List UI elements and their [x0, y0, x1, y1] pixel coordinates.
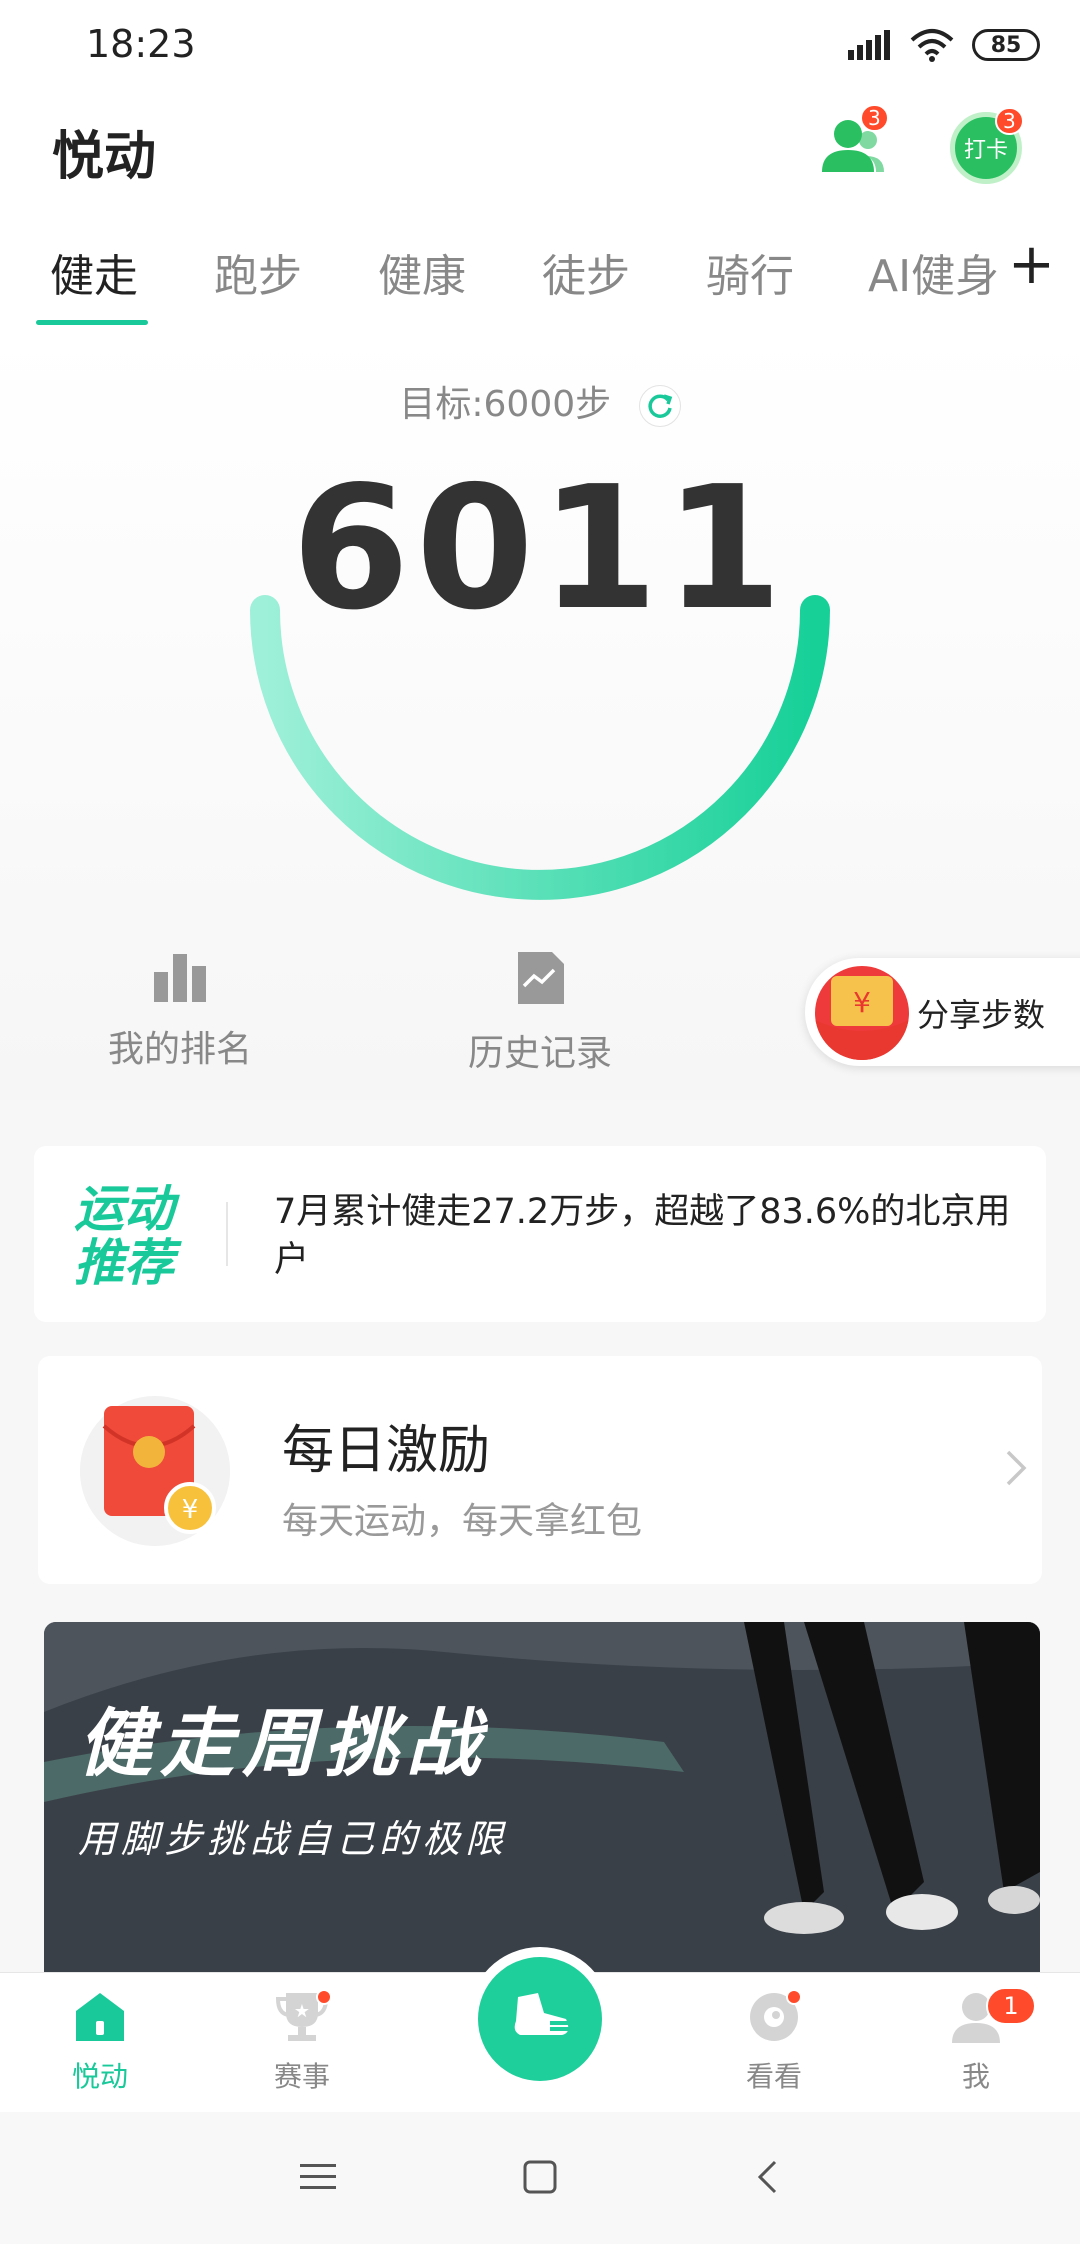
svg-text:¥: ¥	[853, 986, 871, 1019]
tab-running[interactable]: 跑步	[214, 240, 302, 304]
recommendation-title: 运动推荐	[74, 1180, 174, 1292]
walking-week-challenge-banner[interactable]: 健走周挑战 用脚步挑战自己的极限	[44, 1622, 1040, 1982]
checkin-badge: 3	[995, 107, 1024, 135]
my-ranking-button[interactable]: 我的排名	[70, 950, 290, 1072]
nav-discover-label: 看看	[745, 2060, 802, 2093]
back-icon[interactable]	[755, 2159, 779, 2195]
add-tab-icon[interactable]: +	[1008, 232, 1055, 297]
history-chart-icon	[518, 952, 564, 1004]
history-label: 历史记录	[467, 1033, 612, 1074]
tab-hiking[interactable]: 徒步	[542, 240, 630, 304]
refresh-icon[interactable]	[638, 385, 681, 427]
daily-incentive-subtitle: 每天运动，每天拿红包	[282, 1501, 643, 1542]
signal-icon	[848, 30, 890, 60]
friends-badge: 3	[860, 104, 889, 132]
start-workout-button[interactable]	[468, 1947, 612, 2091]
share-steps-button[interactable]: ¥ 分享步数	[805, 958, 1080, 1066]
tab-ai-fitness[interactable]: AI健身	[868, 240, 999, 304]
app-header: 悦动 3 打卡 3	[0, 90, 1080, 210]
step-goal: 目标:6000步	[399, 384, 612, 425]
nav-discover[interactable]: 看看	[714, 1989, 834, 2095]
home-square-icon[interactable]	[523, 2160, 557, 2194]
banner-subtitle: 用脚步挑战自己的极限	[78, 1817, 509, 1861]
daily-incentive-title: 每日激励	[282, 1421, 491, 1481]
red-packet-icon: ¥	[80, 1396, 230, 1546]
banner-artwork	[44, 1622, 1040, 1934]
recommendation-text: 7月累计健走27.2万步，超越了83.6%的北京用户	[274, 1192, 1011, 1280]
app-screen: 18:23 85 悦动 3 打卡 3 健走 跑步 健康 徒步 骑行 AI健身 +…	[0, 0, 1080, 2244]
events-notification-dot	[316, 1989, 332, 2005]
nav-home-label: 悦动	[71, 2060, 128, 2093]
banner-title: 健走周挑战	[78, 1701, 488, 1787]
category-tabs: 健走 跑步 健康 徒步 骑行 AI健身 +	[0, 210, 1080, 330]
app-title: 悦动	[52, 127, 157, 187]
my-ranking-label: 我的排名	[107, 1029, 252, 1070]
shoe-icon	[478, 1957, 602, 2081]
nav-home[interactable]: 悦动	[40, 1989, 160, 2095]
goal-row: 目标:6000步	[0, 375, 1080, 427]
status-time: 18:23	[86, 22, 196, 66]
steps-panel: 目标:6000步 6011 我的排名 历史记录 ¥ 分享步数	[0, 330, 1080, 1100]
status-icons: 85	[848, 28, 1040, 62]
bottom-navigation: 悦动 ★ 赛事 看看 1 我	[0, 1947, 1080, 2112]
history-button[interactable]: 历史记录	[430, 950, 650, 1076]
daily-incentive-card[interactable]: ¥ 每日激励 每天运动，每天拿红包	[38, 1356, 1042, 1584]
step-count: 6011	[291, 450, 789, 648]
friends-button[interactable]: 3	[818, 104, 889, 182]
status-bar: 18:23 85	[0, 0, 1080, 90]
battery-indicator: 85	[972, 29, 1040, 61]
nav-events[interactable]: ★ 赛事	[242, 1989, 362, 2095]
system-navigation-bar	[0, 2112, 1080, 2244]
wifi-icon	[910, 29, 954, 62]
active-tab-indicator	[36, 320, 148, 325]
chevron-right-icon	[1006, 1450, 1027, 1486]
nav-me[interactable]: 1 我	[916, 1987, 1036, 2095]
exercise-recommendation-card[interactable]: 运动推荐 7月累计健走27.2万步，超越了83.6%的北京用户	[34, 1146, 1046, 1322]
nav-events-label: 赛事	[273, 2060, 330, 2093]
checkin-button[interactable]: 打卡 3	[950, 107, 1024, 184]
discover-notification-dot	[786, 1989, 802, 2005]
red-envelope-icon: ¥	[815, 966, 909, 1060]
divider	[226, 1202, 228, 1266]
home-icon	[76, 1993, 124, 2041]
svg-text:★: ★	[294, 2001, 310, 2022]
bar-chart-icon	[154, 954, 206, 1002]
menu-icon[interactable]	[300, 2162, 336, 2192]
svg-text:¥: ¥	[182, 1495, 199, 1525]
nav-me-label: 我	[961, 2060, 990, 2093]
tab-walking[interactable]: 健走	[50, 240, 138, 304]
tab-health[interactable]: 健康	[378, 240, 466, 304]
share-steps-label: 分享步数	[917, 996, 1046, 1034]
me-badge: 1	[986, 1987, 1036, 2025]
tab-cycling[interactable]: 骑行	[706, 240, 794, 304]
checkin-label: 打卡	[963, 138, 1008, 163]
